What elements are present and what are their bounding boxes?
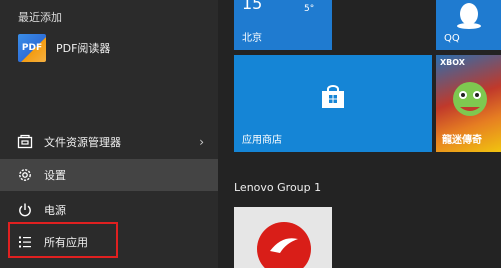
qq-tile[interactable]: QQ (436, 0, 501, 50)
xbox-badge: XBOX (440, 58, 465, 67)
qq-label: QQ (444, 33, 460, 44)
settings-item[interactable]: 设置 (0, 159, 218, 191)
lenovo-app-icon (256, 221, 312, 268)
chevron-right-icon: › (199, 135, 204, 149)
xbox-game-tile[interactable]: XBOX 龍迷傳奇 (436, 55, 501, 152)
store-bag-icon (320, 85, 346, 113)
tile-group-header: Lenovo Group 1 (234, 181, 322, 194)
recent-app-pdf-reader[interactable]: PDF PDF阅读器 (0, 31, 218, 65)
gear-icon (16, 166, 34, 184)
folder-icon (16, 133, 34, 151)
settings-label: 设置 (44, 169, 66, 182)
weather-tile[interactable]: 15 5° 北京 (234, 0, 332, 50)
store-tile[interactable]: 应用商店 (234, 55, 432, 152)
power-icon (16, 201, 34, 219)
weather-unit: 5° (304, 4, 315, 14)
recent-app-label: PDF阅读器 (56, 42, 111, 55)
all-apps-highlight-annotation (8, 222, 118, 258)
weather-location-label: 北京 (242, 33, 262, 44)
power-label: 电源 (44, 204, 66, 217)
file-explorer-item[interactable]: 文件资源管理器 › (0, 126, 218, 158)
recently-added-header: 最近添加 (18, 11, 62, 24)
store-label: 应用商店 (242, 135, 282, 146)
weather-temperature: 15 (242, 0, 263, 13)
qq-icon (454, 2, 484, 34)
pdf-reader-icon: PDF (18, 34, 46, 62)
file-explorer-label: 文件资源管理器 (44, 136, 121, 149)
dragon-art-icon (448, 77, 492, 131)
lenovo-app-tile[interactable] (234, 207, 332, 268)
game-title-label: 龍迷傳奇 (442, 135, 482, 146)
start-menu-left-pane: 最近添加 PDF PDF阅读器 文件资源管理器 › 设置 电源 所有应用 (0, 0, 218, 268)
